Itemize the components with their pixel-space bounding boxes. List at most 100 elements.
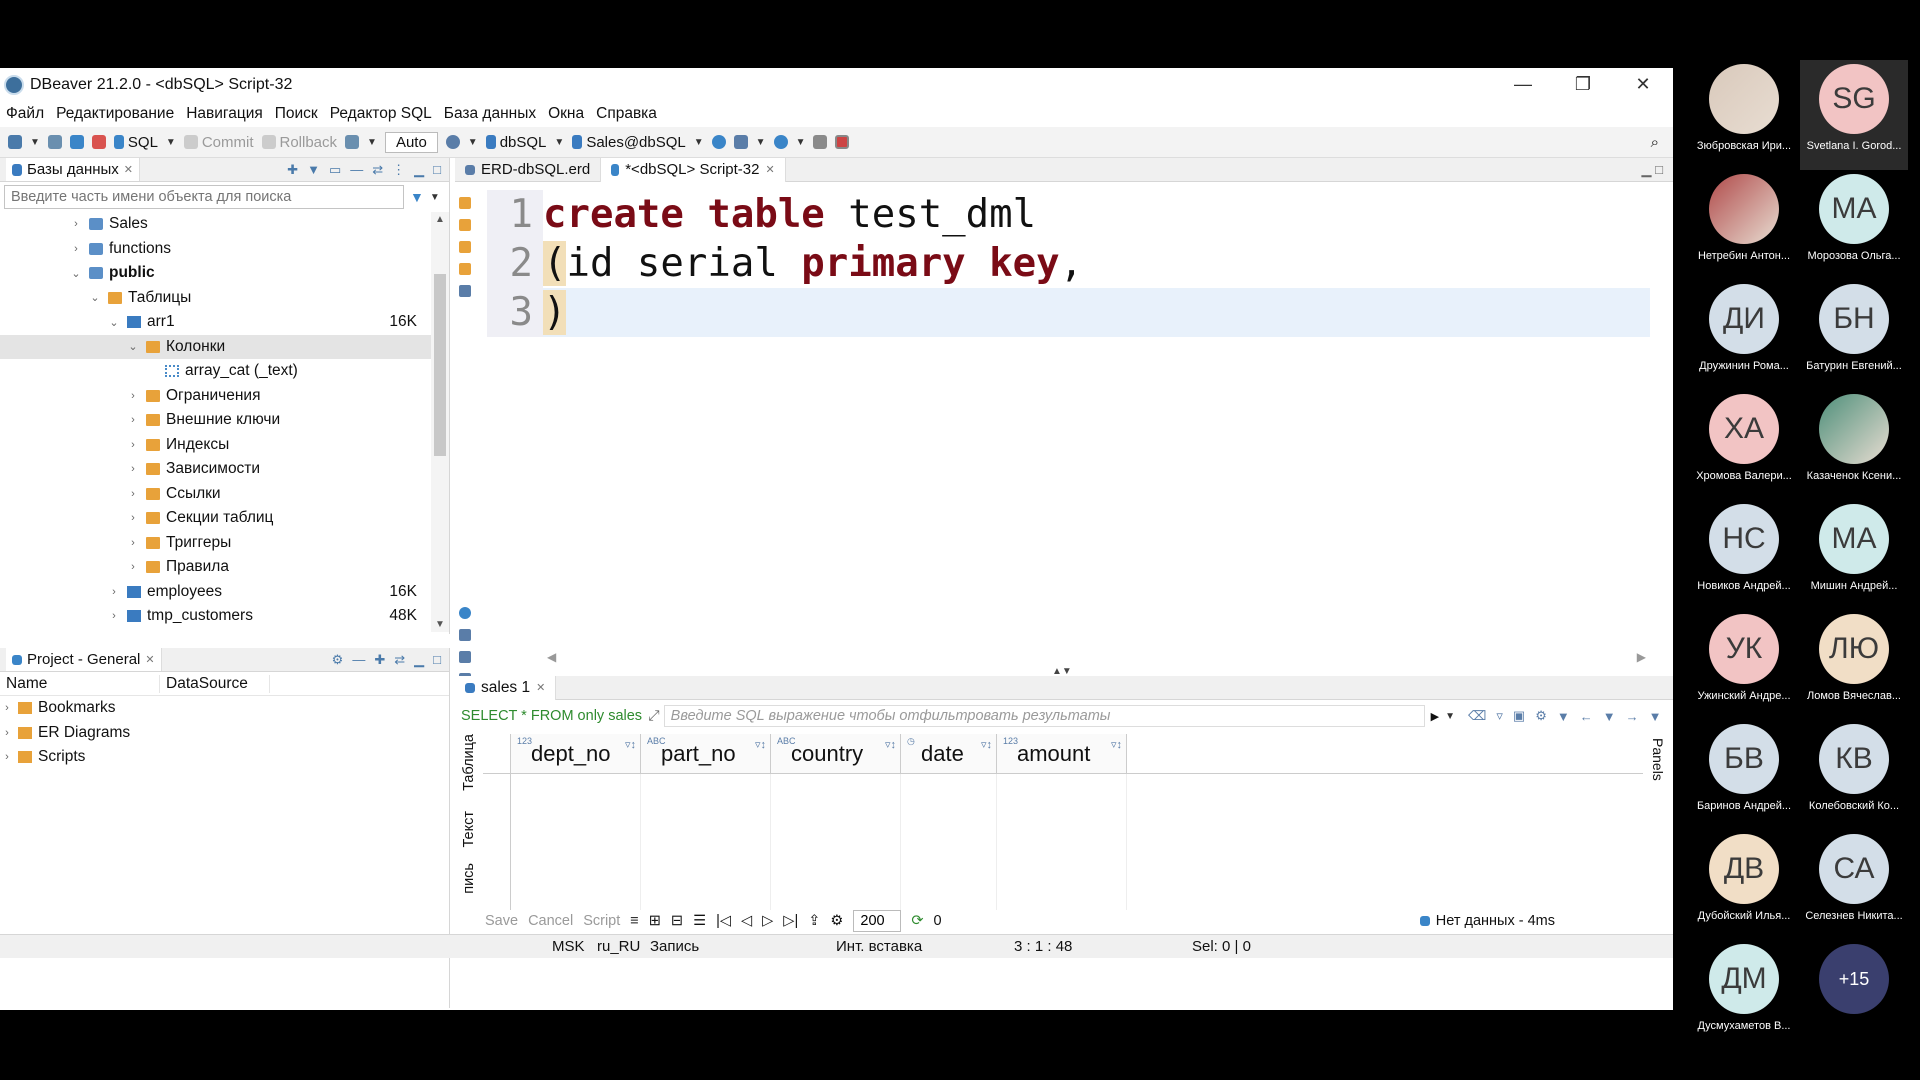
tree-node[interactable]: › Ссылки bbox=[0, 482, 449, 507]
layout-icon[interactable] bbox=[813, 135, 828, 149]
execute-in-new-tab-icon[interactable] bbox=[459, 219, 471, 231]
chevron-right-icon[interactable]: › bbox=[0, 727, 14, 739]
tree-node[interactable]: › functions bbox=[0, 237, 449, 262]
erase-filter-icon[interactable]: ⌫ bbox=[1468, 708, 1486, 724]
column-datasource[interactable]: DataSource bbox=[160, 674, 270, 693]
history-icon[interactable] bbox=[445, 135, 460, 149]
tree-node[interactable]: ⌄ Таблицы bbox=[0, 286, 449, 311]
schema-selector[interactable]: Sales@dbSQL bbox=[572, 134, 686, 151]
apply-filter-icon[interactable]: ▶ bbox=[1425, 710, 1445, 723]
chevron-down-icon[interactable]: ▼ bbox=[1557, 709, 1570, 724]
cancel-button[interactable]: Cancel bbox=[528, 913, 573, 929]
sort-filter-icon[interactable]: ▿↕ bbox=[1111, 738, 1122, 751]
view-tab-text[interactable]: Текст bbox=[461, 811, 477, 848]
gear-icon[interactable]: ⚙ bbox=[830, 913, 843, 929]
chevron-down-icon[interactable]: ▼ bbox=[1603, 709, 1616, 724]
chevron-right-icon[interactable]: › bbox=[0, 751, 14, 763]
chevron-down-icon[interactable]: ▼ bbox=[1649, 709, 1662, 724]
tree-node[interactable]: ⌄ arr1 16K bbox=[0, 310, 449, 335]
sql-editor-button[interactable]: SQL bbox=[113, 134, 158, 151]
maximize-panel-icon[interactable]: □ bbox=[433, 162, 441, 178]
filter-history-icon[interactable]: ▿ bbox=[1496, 708, 1503, 724]
chevron-right-icon[interactable]: › bbox=[126, 439, 140, 451]
execute-script-icon[interactable] bbox=[459, 241, 471, 253]
menu-file[interactable]: Файл bbox=[6, 105, 44, 123]
chevron-down-icon[interactable]: ▼ bbox=[796, 137, 806, 148]
menu-navigate[interactable]: Навигация bbox=[186, 105, 263, 123]
column-header-part-no[interactable]: ABC part_no ▿↕ bbox=[641, 734, 771, 773]
chevron-down-icon[interactable]: ▼ bbox=[554, 137, 564, 148]
column-header-dept-no[interactable]: 123 dept_no ▿↕ bbox=[511, 734, 641, 773]
navigator-search-input[interactable] bbox=[4, 185, 404, 209]
chevron-down-icon[interactable]: ▼ bbox=[694, 137, 704, 148]
filter-settings-icon[interactable]: ⚙ bbox=[1535, 708, 1547, 724]
results-filter-input[interactable]: Введите SQL выражение чтобы отфильтроват… bbox=[663, 705, 1425, 727]
participant-tile[interactable]: ДИ Дружинин Рома... bbox=[1690, 280, 1798, 390]
chevron-down-icon[interactable]: ⌄ bbox=[126, 340, 140, 353]
dbeaver-perspective-icon[interactable] bbox=[835, 135, 850, 149]
panels-tab[interactable]: Panels bbox=[1650, 738, 1666, 781]
chevron-down-icon[interactable]: ▼ bbox=[307, 162, 320, 178]
collapse-all-icon[interactable]: — bbox=[352, 652, 365, 668]
code-line[interactable]: 2 (id serial primary key, bbox=[487, 239, 1650, 288]
chevron-down-icon[interactable]: ▼ bbox=[468, 137, 478, 148]
new-connection-icon[interactable] bbox=[8, 135, 22, 149]
chevron-down-icon[interactable]: ▼ bbox=[430, 192, 440, 203]
chevron-right-icon[interactable]: › bbox=[0, 702, 14, 714]
chevron-right-icon[interactable]: › bbox=[107, 586, 121, 598]
chevron-right-icon[interactable]: › bbox=[126, 463, 140, 475]
chevron-right-icon[interactable]: › bbox=[69, 218, 83, 230]
code-line[interactable]: 3) bbox=[487, 288, 1650, 337]
participant-tile[interactable]: SG Svetlana I. Gorod... bbox=[1800, 60, 1908, 170]
scroll-up-icon[interactable]: ▲ bbox=[431, 214, 449, 225]
chevron-down-icon[interactable]: ▼ bbox=[166, 137, 176, 148]
explain-plan-icon[interactable] bbox=[459, 285, 471, 297]
tree-node[interactable]: › Sales bbox=[0, 212, 449, 237]
minimize-icon[interactable]: — bbox=[350, 162, 363, 178]
scroll-right-icon[interactable]: ▶ bbox=[1637, 650, 1646, 664]
tab-databases[interactable]: Базы данных ✕ bbox=[6, 158, 141, 181]
chevron-down-icon[interactable]: ▼ bbox=[756, 137, 766, 148]
previous-page-icon[interactable]: ◁ bbox=[741, 913, 752, 929]
participant-tile[interactable]: Нетребин Антон... bbox=[1690, 170, 1798, 280]
link-editor-icon[interactable]: ⇄ bbox=[372, 162, 383, 178]
chevron-down-icon[interactable]: ⌄ bbox=[88, 291, 102, 304]
participant-tile[interactable]: МА Мишин Андрей... bbox=[1800, 500, 1908, 610]
tree-node[interactable]: › Правила bbox=[0, 555, 449, 580]
chevron-right-icon[interactable]: › bbox=[126, 512, 140, 524]
expand-filter-icon[interactable]: ⤢ bbox=[648, 708, 664, 724]
close-icon[interactable]: ✕ bbox=[145, 653, 154, 666]
tree-node[interactable]: › Триггеры bbox=[0, 531, 449, 556]
participant-tile[interactable]: МА Морозова Ольга... bbox=[1800, 170, 1908, 280]
edit-rows-icon[interactable]: ≡ bbox=[630, 913, 638, 929]
global-search-icon[interactable]: ⌕ bbox=[1651, 134, 1659, 151]
results-grid-body[interactable] bbox=[483, 774, 1643, 910]
chevron-down-icon[interactable]: ⌄ bbox=[69, 267, 83, 280]
chevron-right-icon[interactable]: › bbox=[126, 414, 140, 426]
search-icon[interactable] bbox=[773, 135, 788, 149]
menu-help[interactable]: Справка bbox=[596, 105, 657, 123]
commit-mode-combo[interactable]: Auto bbox=[384, 131, 438, 153]
filter-icon[interactable]: ▼ bbox=[410, 189, 424, 205]
participant-tile[interactable]: ДВ Дубойский Илья... bbox=[1690, 830, 1798, 940]
participant-tile[interactable]: ДМ Дусмухаметов В... bbox=[1690, 940, 1798, 1050]
chevron-right-icon[interactable]: › bbox=[126, 561, 140, 573]
sql-editor[interactable]: 1 create table test_dml 2 (id serial primar… bbox=[487, 190, 1650, 722]
execute-statement-icon[interactable] bbox=[459, 197, 471, 209]
tab-script-32[interactable]: *<dbSQL> Script-32 ✕ bbox=[600, 157, 786, 182]
minimize-panel-icon[interactable]: ▁ bbox=[414, 652, 424, 668]
gear-icon[interactable]: ⚙ bbox=[332, 652, 344, 668]
transaction-mode-icon[interactable] bbox=[345, 135, 360, 149]
column-header-date[interactable]: ◷ date ▿↕ bbox=[901, 734, 997, 773]
new-connection-icon[interactable]: ✚ bbox=[287, 162, 298, 178]
tree-node[interactable]: › Ограничения bbox=[0, 384, 449, 409]
tab-erd[interactable]: ERD-dbSQL.erd bbox=[455, 158, 600, 182]
close-button[interactable]: ✕ bbox=[1613, 74, 1673, 95]
tree-node[interactable]: › Внешние ключи bbox=[0, 408, 449, 433]
back-icon[interactable]: ← bbox=[1580, 709, 1593, 724]
editor-window-controls[interactable]: ▁ □ bbox=[1642, 162, 1663, 178]
participant-tile[interactable]: БВ Баринов Андрей... bbox=[1690, 720, 1798, 830]
scrollbar-thumb[interactable] bbox=[434, 274, 446, 456]
sync-icon[interactable] bbox=[711, 135, 726, 149]
participant-tile[interactable]: +15 bbox=[1800, 940, 1908, 1050]
